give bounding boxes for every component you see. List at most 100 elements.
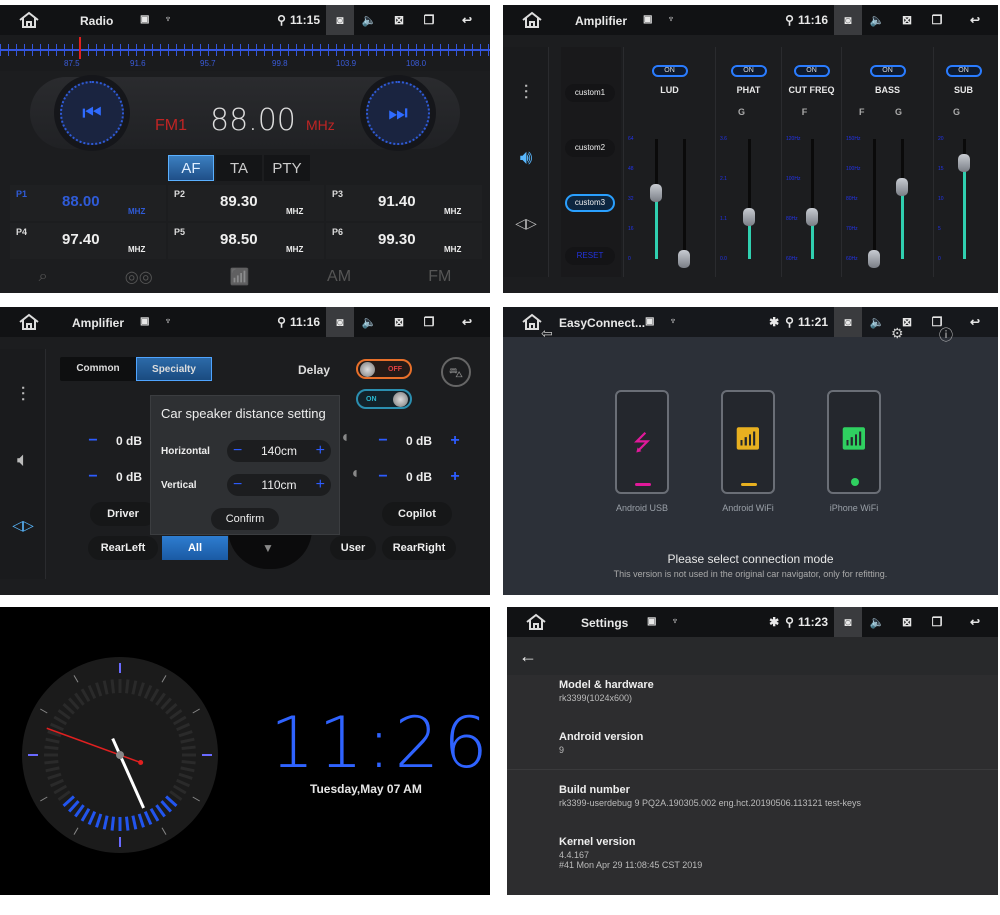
tab-common[interactable]: Common <box>60 357 136 381</box>
seek-previous-button[interactable]: ⏮ <box>60 81 124 145</box>
back-icon[interactable]: ↩ <box>952 13 998 27</box>
preset-custom3-button[interactable]: custom3 <box>565 194 615 212</box>
slider-thumb[interactable] <box>896 178 908 196</box>
preset-custom1-button[interactable]: custom1 <box>565 84 615 102</box>
slider-thumb[interactable] <box>806 208 818 226</box>
preset-item[interactable]: P6 99.30 MHZ <box>326 223 482 259</box>
eq-toggle[interactable]: ON <box>869 65 906 77</box>
mode-iphone-wifi[interactable]: 📶︎ <box>827 390 881 494</box>
setting-item[interactable]: Model & hardware rk3399(1024x600) <box>559 679 654 703</box>
stereo-icon[interactable]: ◎◎ <box>125 267 153 287</box>
screenshot-icon[interactable]: ◙ <box>326 307 354 337</box>
close-app-icon[interactable]: ⊠ <box>892 615 922 629</box>
position-rearright-button[interactable]: RearRight <box>382 536 456 560</box>
back-icon[interactable]: ↩ <box>444 315 490 329</box>
minus-button[interactable]: − <box>80 432 106 450</box>
screenshot-icon[interactable]: ◙ <box>834 307 862 337</box>
volume-icon[interactable]: 🔈 <box>862 13 892 27</box>
back-icon[interactable]: ↩ <box>952 315 998 329</box>
back-arrow-icon[interactable]: ← <box>519 646 537 666</box>
minus-button[interactable]: − <box>370 432 396 450</box>
minus-button[interactable]: − <box>80 468 106 486</box>
am-button[interactable]: AM <box>327 268 351 286</box>
back-icon[interactable]: ↩ <box>952 615 998 629</box>
setting-item[interactable]: Android version 9 <box>559 731 643 755</box>
volume-icon[interactable]: 🔈 <box>354 13 384 27</box>
tuning-needle[interactable] <box>79 37 81 59</box>
screenshot-icon[interactable]: ◙ <box>834 5 862 35</box>
speaker-icon[interactable]: 🔊︎ <box>503 147 549 170</box>
reset-button[interactable]: RESET <box>565 247 615 265</box>
preset-item[interactable]: P1 88.00 MHZ <box>10 185 166 221</box>
car-icon[interactable]: ⛍ <box>441 357 471 387</box>
exit-icon[interactable]: ⇦ <box>541 325 553 342</box>
search-icon[interactable]: ⌕ <box>39 268 48 286</box>
volume-icon[interactable]: 🔈 <box>354 315 384 329</box>
delay-toggle[interactable]: OFF <box>356 359 412 379</box>
eq-toggle[interactable]: ON <box>945 65 982 77</box>
surround-speaker-icon[interactable]: ◁▷ <box>503 215 549 232</box>
fm-button[interactable]: FM <box>428 268 451 286</box>
minus-button[interactable]: − <box>233 476 242 494</box>
speaker-icon[interactable]: 🔈︎ <box>0 449 46 472</box>
setting-item[interactable]: Build number rk3399-userdebug 9 PQ2A.1903… <box>559 784 861 808</box>
dropdown-arrow-icon[interactable]: ▼ <box>262 541 274 555</box>
equalizer-icon[interactable]: ⫶ <box>503 82 549 105</box>
close-app-icon[interactable]: ⊠ <box>892 13 922 27</box>
home-icon[interactable] <box>521 11 543 29</box>
volume-icon[interactable]: 🔈 <box>862 615 892 629</box>
slider-thumb[interactable] <box>650 184 662 202</box>
eq-toggle[interactable]: ON <box>793 65 830 77</box>
screenshot-icon[interactable]: ◙ <box>326 5 354 35</box>
plus-button[interactable]: + <box>316 476 325 494</box>
confirm-button[interactable]: Confirm <box>211 508 279 530</box>
position-copilot-button[interactable]: Copilot <box>382 502 452 526</box>
plus-button[interactable]: + <box>442 468 468 486</box>
recent-apps-icon[interactable]: ❐ <box>414 13 444 27</box>
preset-item[interactable]: P2 89.30 MHZ <box>168 185 324 221</box>
minus-button[interactable]: − <box>233 442 242 460</box>
help-icon[interactable]: ⓘ <box>939 325 953 345</box>
surround-speaker-icon[interactable]: ◁▷ <box>0 517 46 534</box>
preset-custom2-button[interactable]: custom2 <box>565 139 615 157</box>
plus-button[interactable]: + <box>442 432 468 450</box>
recent-apps-icon[interactable]: ❐ <box>922 13 952 27</box>
eq-toggle[interactable]: ON <box>730 65 767 77</box>
slider-track[interactable] <box>683 139 686 259</box>
slider-track[interactable] <box>873 139 876 259</box>
setting-item[interactable]: Kernel version 4.4.167 #41 Mon Apr 29 11:0… <box>559 836 702 870</box>
tab-specialty[interactable]: Specialty <box>136 357 212 381</box>
close-app-icon[interactable]: ⊠ <box>384 315 414 329</box>
position-all-button[interactable]: All <box>162 536 228 560</box>
home-icon[interactable] <box>521 313 543 331</box>
plus-button[interactable]: + <box>316 442 325 460</box>
seek-next-button[interactable]: ⏭ <box>366 81 430 145</box>
settings-gear-icon[interactable]: ⚙ <box>891 325 904 342</box>
tuning-scale[interactable]: 87.5 91.6 95.7 99.8 103.9 108.0 <box>0 35 490 71</box>
position-driver-button[interactable]: Driver <box>90 502 156 526</box>
tab-ta[interactable]: TA <box>216 155 262 181</box>
home-icon[interactable] <box>18 313 40 331</box>
preset-item[interactable]: P4 97.40 MHZ <box>10 223 166 259</box>
home-icon[interactable] <box>525 613 547 631</box>
slider-thumb[interactable] <box>958 154 970 172</box>
equalizer-icon[interactable]: ⫶ <box>0 384 46 407</box>
minus-button[interactable]: − <box>370 468 396 486</box>
slider-thumb[interactable] <box>868 250 880 268</box>
antenna-icon[interactable]: 📶 <box>230 267 250 287</box>
preset-item[interactable]: P5 98.50 MHZ <box>168 223 324 259</box>
close-app-icon[interactable]: ⊠ <box>384 13 414 27</box>
recent-apps-icon[interactable]: ❐ <box>414 315 444 329</box>
eq-toggle[interactable]: ON <box>651 65 688 77</box>
slider-thumb[interactable] <box>743 208 755 226</box>
mode-android-usb[interactable]: ⭍ <box>615 390 669 494</box>
position-user-button[interactable]: User <box>330 536 376 560</box>
slider-thumb[interactable] <box>678 250 690 268</box>
position-rearleft-button[interactable]: RearLeft <box>88 536 158 560</box>
mode-android-wifi[interactable]: 📶︎ <box>721 390 775 494</box>
recent-apps-icon[interactable]: ❐ <box>922 615 952 629</box>
tab-pty[interactable]: PTY <box>264 155 310 181</box>
home-icon[interactable] <box>18 11 40 29</box>
tab-af[interactable]: AF <box>168 155 214 181</box>
volume-icon[interactable]: 🔈 <box>862 315 892 329</box>
